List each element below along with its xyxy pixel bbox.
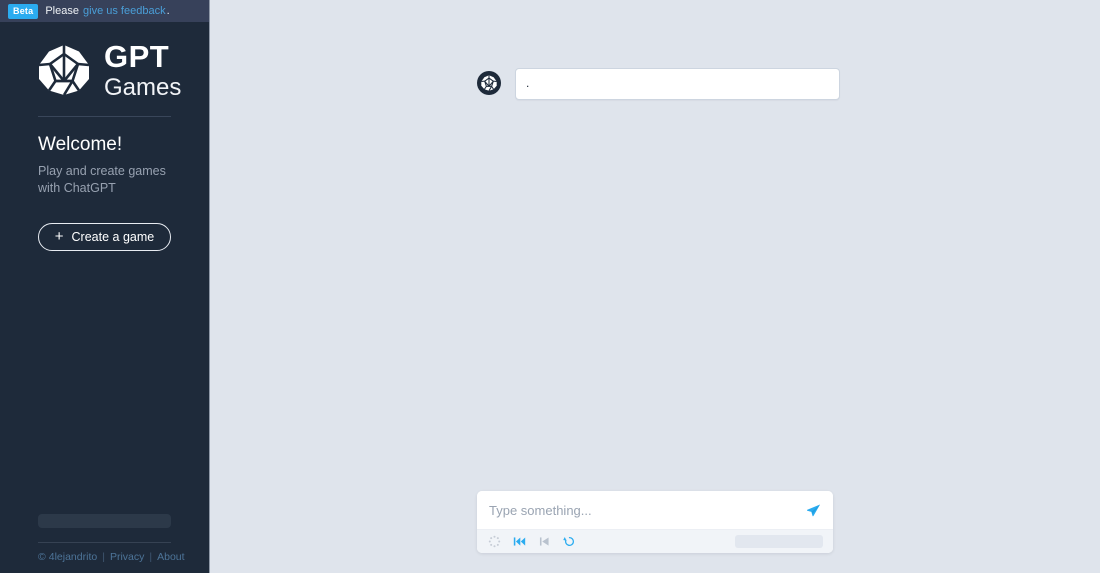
d20-die-avatar-icon: [477, 71, 501, 95]
d20-die-icon: [38, 44, 90, 96]
beta-banner-suffix: .: [166, 5, 170, 17]
chat-message-list[interactable]: .: [210, 0, 1100, 477]
reset-undo-icon[interactable]: [562, 535, 576, 549]
chat-bubble: .: [515, 68, 840, 100]
give-feedback-link[interactable]: give us feedback: [83, 5, 166, 17]
message-input[interactable]: [489, 502, 804, 518]
app-root: Beta Please give us feedback . GPT Games…: [0, 0, 1100, 573]
brand-name-gpt: GPT: [104, 38, 170, 74]
welcome-block: Welcome! Play and create games with Chat…: [0, 117, 209, 197]
beta-banner-prefix: Please: [45, 5, 79, 17]
brand-logo[interactable]: GPT Games: [0, 22, 209, 104]
about-link[interactable]: About: [157, 551, 184, 563]
message-composer: [477, 491, 833, 553]
send-paper-plane-icon: [806, 503, 821, 518]
beta-banner: Beta Please give us feedback .: [0, 0, 209, 22]
welcome-subtitle: Play and create games with ChatGPT: [38, 163, 166, 195]
footer-separator-2: |: [149, 551, 153, 563]
loading-spinner-icon[interactable]: [487, 535, 501, 549]
copyright-icon: ©: [38, 551, 46, 563]
sidebar-footer: © 4lejandrito | Privacy | About: [0, 543, 209, 573]
privacy-link[interactable]: Privacy: [110, 551, 144, 563]
footer-separator-1: |: [102, 551, 105, 563]
composer-toolbar: [477, 529, 833, 553]
brand-name: GPT Games: [104, 41, 181, 100]
step-back-icon[interactable]: [537, 535, 551, 549]
toolbar-loading-placeholder: [735, 535, 823, 548]
composer-input-row: [477, 491, 833, 529]
author-link[interactable]: 4lejandrito: [49, 551, 97, 563]
welcome-title: Welcome!: [38, 134, 123, 155]
beta-badge: Beta: [8, 3, 39, 19]
skip-to-start-icon[interactable]: [512, 535, 526, 549]
chat-message: .: [477, 68, 1100, 100]
create-game-button[interactable]: + Create a game: [38, 222, 171, 251]
sidebar-loading-placeholder: [38, 514, 171, 528]
create-game-label: Create a game: [71, 229, 155, 244]
sidebar: Beta Please give us feedback . GPT Games…: [0, 0, 210, 573]
send-button[interactable]: [804, 503, 823, 518]
brand-name-games: Games: [104, 73, 182, 101]
plus-icon: +: [54, 228, 64, 246]
main-content: .: [210, 0, 1100, 573]
